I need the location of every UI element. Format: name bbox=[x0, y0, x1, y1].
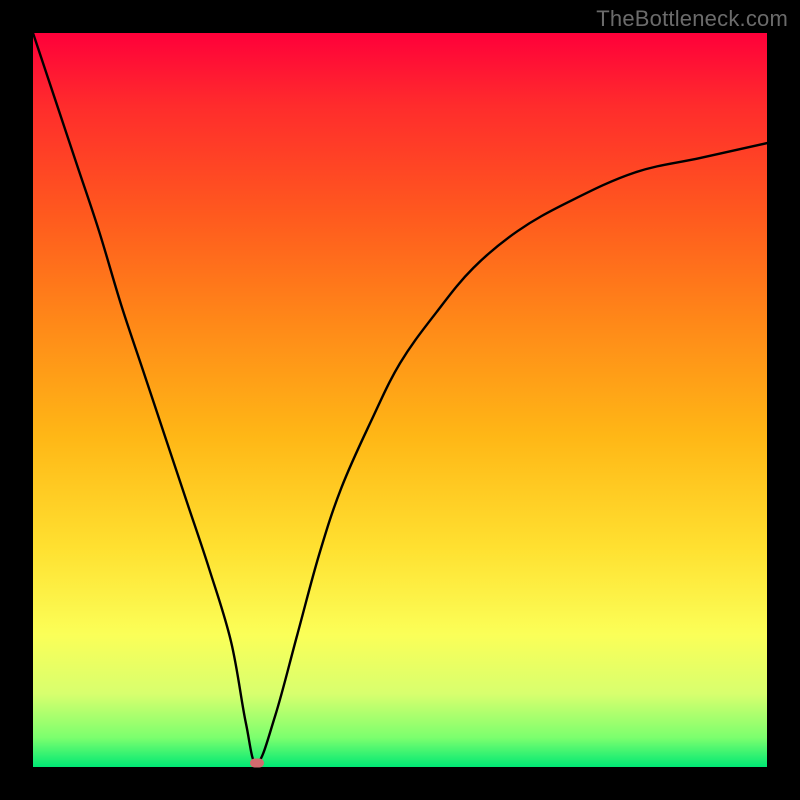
plot-area bbox=[33, 33, 767, 767]
optimal-point-marker bbox=[250, 759, 264, 768]
chart-frame: TheBottleneck.com bbox=[0, 0, 800, 800]
watermark-text: TheBottleneck.com bbox=[596, 6, 788, 32]
bottleneck-curve bbox=[33, 33, 767, 767]
